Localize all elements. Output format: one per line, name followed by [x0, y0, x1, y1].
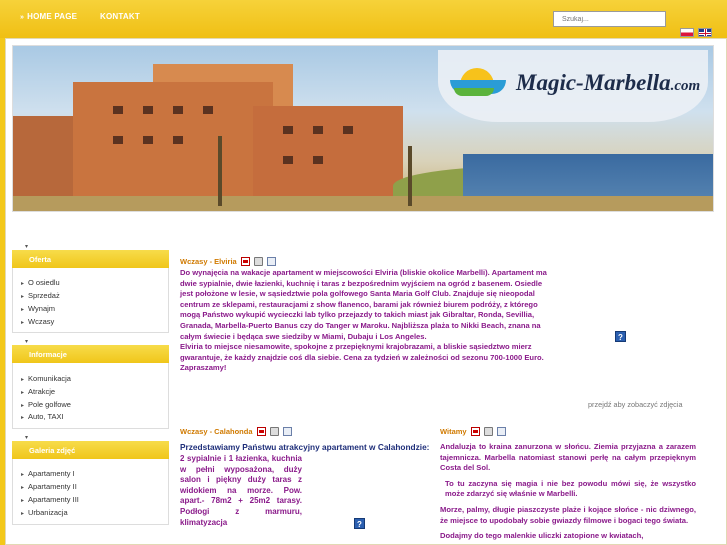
calahonda-intro: Przedstawiamy Państwu atrakcyjny apartam… — [180, 442, 430, 452]
calahonda-details: 2 sypialnie i 1 łazienka, kuchnia w pełn… — [180, 454, 302, 527]
nav-home-label: HOME PAGE — [27, 12, 78, 21]
witamy-paragraph-3: Morze, palmy, długie piaszczyste plaże i… — [440, 504, 696, 525]
calahonda-title-link[interactable]: Wczasy - Calahonda — [180, 427, 253, 436]
missing-image-icon[interactable]: ? — [615, 331, 626, 342]
nav-arrow: » — [20, 14, 25, 21]
pdf-icon[interactable] — [470, 427, 480, 436]
sidebar-item-o-osiedlu[interactable]: ▸ O osiedlu — [21, 278, 60, 287]
sidebar-item-sprzedaz[interactable]: ▸ Sprzedaż — [21, 291, 60, 300]
print-icon[interactable] — [253, 257, 263, 266]
witamy-paragraph-2: To tu zaczyna się magia i nie bez powodu… — [445, 478, 696, 499]
top-bar: » HOME PAGE KONTAKT — [0, 0, 727, 38]
logo-main: Magic-Marbella — [516, 70, 671, 95]
email-icon[interactable] — [282, 427, 292, 436]
sidebar-heading-informacje: Informacje — [12, 345, 169, 363]
see-photos-link[interactable]: przejdź aby zobaczyć zdjęcia — [588, 400, 683, 409]
print-icon[interactable] — [483, 427, 493, 436]
nav-home-link[interactable]: » HOME PAGE — [20, 12, 77, 21]
sidebar-item-wczasy[interactable]: ▸ Wczasy — [21, 317, 54, 326]
section-marker: ▾ — [25, 339, 29, 345]
sidebar-heading-oferta: Oferta — [12, 250, 169, 268]
sidebar-item-apartamenty-2[interactable]: ▸ Apartamenty II — [21, 482, 77, 491]
elviria-title-link[interactable]: Wczasy - Elviria — [180, 257, 237, 266]
email-icon[interactable] — [266, 257, 276, 266]
witamy-title-link[interactable]: Witamy — [440, 427, 467, 436]
sidebar-item-wynajm[interactable]: ▸ Wynajm — [21, 304, 55, 313]
english-flag-icon[interactable] — [698, 28, 712, 37]
sidebar-item-auto-taxi[interactable]: ▸ Auto, TAXI — [21, 412, 64, 421]
sidebar-item-urbanizacja[interactable]: ▸ Urbanizacja — [21, 508, 68, 517]
section-marker: ▾ — [25, 435, 29, 441]
elviria-text: Do wynajęcia na wakacje apartament w mie… — [180, 268, 548, 374]
nav-contact-link[interactable]: KONTAKT — [100, 12, 140, 21]
print-icon[interactable] — [269, 427, 279, 436]
sidebar-item-apartamenty-3[interactable]: ▸ Apartamenty III — [21, 495, 79, 504]
sidebar-item-apartamenty-1[interactable]: ▸ Apartamenty I — [21, 469, 75, 478]
article-title-calahonda: Wczasy - Calahonda — [180, 427, 292, 436]
section-marker: ▾ — [25, 244, 29, 250]
sidebar-item-pole-golfowe[interactable]: ▸ Pole golfowe — [21, 400, 71, 409]
sidebar-heading-galeria: Galeria zdjęć — [12, 441, 169, 459]
header-banner: Magic-Marbella.com — [12, 45, 714, 212]
email-icon[interactable] — [496, 427, 506, 436]
elviria-paragraph-2: Elviria to miejsce niesamowite, spokojne… — [180, 342, 544, 373]
elviria-paragraph-1: Do wynajęcia na wakacje apartament w mie… — [180, 268, 547, 341]
witamy-paragraph-1: Andaluzja to kraina zanurzona w słońcu. … — [440, 442, 696, 473]
logo-tld: .com — [670, 78, 701, 94]
pdf-icon[interactable] — [240, 257, 250, 266]
polish-flag-icon[interactable] — [680, 28, 694, 37]
article-title-witamy: Witamy — [440, 427, 506, 436]
site-logo[interactable]: Magic-Marbella.com — [438, 50, 708, 122]
sidebar-item-komunikacja[interactable]: ▸ Komunikacja — [21, 374, 71, 383]
missing-image-icon[interactable]: ? — [354, 518, 365, 529]
search-input[interactable] — [553, 11, 666, 27]
sidebar-item-atrakcje[interactable]: ▸ Atrakcje — [21, 387, 55, 396]
witamy-text: Andaluzja to kraina zanurzona w słońcu. … — [440, 442, 696, 542]
witamy-paragraph-4: Dodajmy do tego malenkie uliczki zatopio… — [440, 531, 644, 541]
pdf-icon[interactable] — [256, 427, 266, 436]
logo-text: Magic-Marbella.com — [516, 70, 700, 96]
article-title-elviria: Wczasy - Elviria — [180, 257, 276, 266]
calahonda-text: Przedstawiamy Państwu atrakcyjny apartam… — [180, 442, 434, 528]
